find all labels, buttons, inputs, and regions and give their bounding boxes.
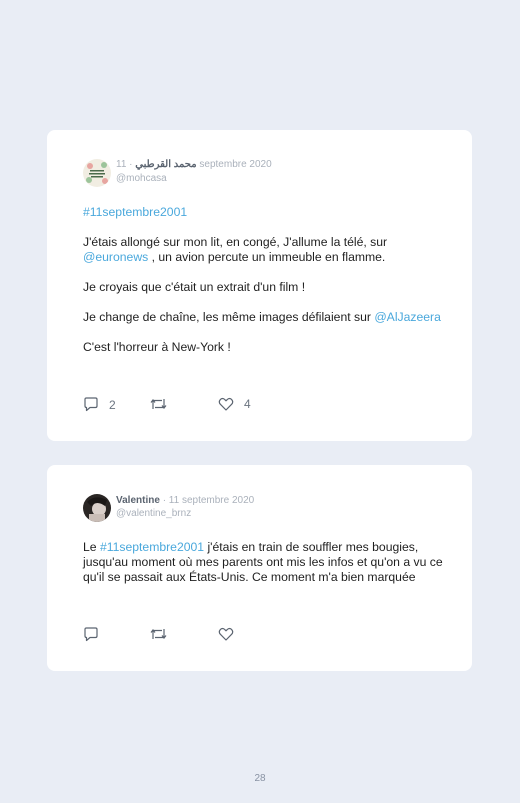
tweet-text-segment: Je change de chaîne, les même images déf… [83, 310, 375, 324]
author-handle[interactable]: @valentine_brnz [116, 508, 191, 519]
like-icon [218, 397, 234, 411]
like-icon [218, 627, 234, 641]
hashtag-link[interactable]: #11septembre2001 [100, 540, 204, 554]
reply-button[interactable]: 2 [83, 397, 116, 412]
retweet-button[interactable] [150, 627, 167, 641]
retweet-icon [150, 629, 167, 639]
author-handle[interactable]: @mohcasa [116, 173, 167, 184]
author-name[interactable]: محمد القرطبي [135, 159, 196, 170]
tweet-actions: 2 4 [83, 397, 283, 413]
retweet-button[interactable] [150, 397, 167, 411]
tweet-card: محمد القرطبي · 11 septembre 2020 @mohcas… [47, 130, 472, 441]
avatar[interactable] [83, 159, 111, 187]
reply-icon [84, 627, 98, 642]
tweet-paragraph: Je croyais que c'était un extrait d'un f… [83, 280, 306, 294]
tweet-actions [83, 627, 283, 643]
author-line: Valentine · 11 septembre 2020 [116, 495, 254, 506]
like-button[interactable]: 4 [218, 397, 251, 411]
tweet-text: Le #11septembre2001 j'étais en train de … [83, 540, 443, 600]
retweet-icon [150, 399, 167, 409]
reply-icon [84, 397, 98, 412]
tweet-text-segment: J'étais allongé sur mon lit, en congé, J… [83, 235, 388, 249]
reply-button[interactable] [83, 627, 99, 642]
author-line: محمد القرطبي · 11 septembre 2020 [116, 159, 272, 170]
tweet-text: #11septembre2001 J'étais allongé sur mon… [83, 205, 443, 370]
mention-link[interactable]: @euronews [83, 250, 148, 264]
tweet-card: Valentine · 11 septembre 2020 @valentine… [47, 465, 472, 671]
tweet-paragraph: C'est l'horreur à New-York ! [83, 340, 231, 354]
author-name[interactable]: Valentine [116, 495, 160, 506]
like-count: 4 [244, 397, 251, 411]
hashtag-link[interactable]: #11septembre2001 [83, 205, 187, 219]
mention-link[interactable]: @AlJazeera [374, 310, 441, 324]
tweet-date[interactable]: · 11 septembre 2020 [163, 495, 255, 506]
page-number: 28 [254, 773, 266, 784]
tweet-text-segment: Le [83, 540, 100, 554]
reply-count: 2 [109, 397, 116, 412]
avatar[interactable] [83, 494, 111, 522]
tweet-text-segment: , un avion percute un immeuble en flamme… [148, 250, 386, 264]
like-button[interactable] [218, 627, 234, 641]
